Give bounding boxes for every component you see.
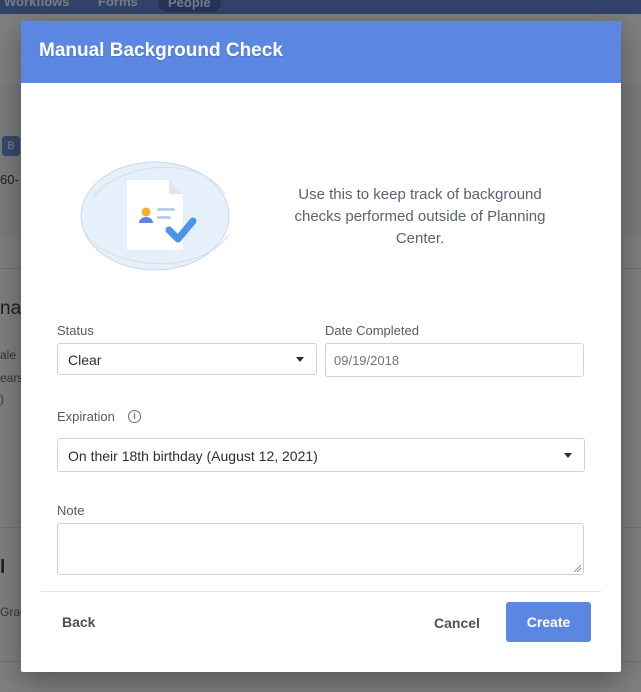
status-select[interactable]: Clear	[57, 343, 317, 375]
footer-divider	[41, 591, 601, 592]
back-button[interactable]: Back	[62, 614, 95, 630]
expiration-select[interactable]: On their 18th birthday (August 12, 2021)	[57, 438, 585, 472]
intro-text: Use this to keep track of background che…	[294, 186, 546, 247]
date-completed-input[interactable]: 09/19/2018	[325, 343, 584, 377]
caret-down-icon	[564, 453, 572, 458]
status-label: Status	[57, 323, 94, 338]
note-label: Note	[57, 503, 85, 518]
status-value: Clear	[68, 352, 102, 368]
note-textarea[interactable]	[57, 523, 584, 575]
manual-background-check-modal: Manual Background Check Use this to keep…	[21, 21, 621, 672]
expiration-label: Expiration	[57, 409, 115, 424]
date-completed-label: Date Completed	[325, 323, 419, 338]
modal-header: Manual Background Check	[21, 21, 621, 83]
document-check-icon	[80, 161, 230, 271]
expiration-value: On their 18th birthday (August 12, 2021)	[68, 448, 318, 464]
date-completed-value: 09/19/2018	[334, 353, 400, 368]
create-button[interactable]: Create	[506, 602, 591, 642]
cancel-button[interactable]: Cancel	[434, 615, 480, 631]
resize-handle-icon[interactable]	[573, 564, 581, 572]
modal-title: Manual Background Check	[39, 40, 283, 61]
info-icon[interactable]: i	[128, 410, 141, 423]
caret-down-icon	[296, 357, 304, 362]
